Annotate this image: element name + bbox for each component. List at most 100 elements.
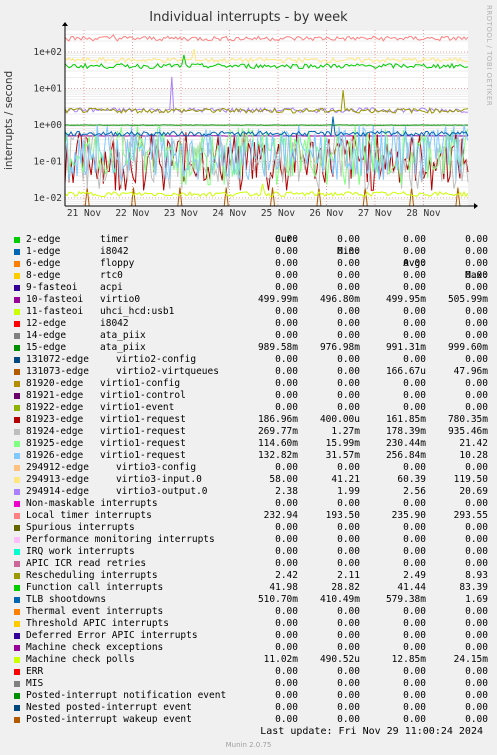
legend-swatch <box>14 237 20 243</box>
legend-series-name: Machine check exceptions <box>26 642 164 653</box>
legend-min: 2.11 <box>337 570 360 581</box>
legend-cur: 0.00 <box>275 618 298 629</box>
legend-min: 1.27m <box>331 426 360 437</box>
legend-row: Rescheduling interrupts 2.42 2.11 2.49 8.93 <box>12 570 492 582</box>
legend-swatch <box>14 405 20 411</box>
legend-cur: 269.77m <box>257 426 298 437</box>
legend-cur: 510.70m <box>257 594 298 605</box>
legend-cur: 0.00 <box>275 462 298 473</box>
legend-min: 0.00 <box>337 498 360 509</box>
legend-cur: 11.02m <box>263 654 298 665</box>
y-tick-label: 1e+00 <box>33 120 62 131</box>
legend-series-name: 81925-edge virtio1-request <box>26 438 186 449</box>
legend-row: 81923-edge virtio1-request 186.96m 400.00u 1… <box>12 414 492 426</box>
legend-series-name: 294913-edge virtio3-input.0 <box>26 474 202 485</box>
legend-avg: 0.00 <box>403 282 426 293</box>
legend-cur: 0.00 <box>275 642 298 653</box>
legend-max: 0.00 <box>465 306 488 317</box>
legend-cur: 0.00 <box>275 390 298 401</box>
legend-row: 294913-edge virtio3-input.0 58.00 41.21 60.3… <box>12 474 492 486</box>
legend-max: 1.69 <box>465 594 488 605</box>
munin-version: Munin 2.0.75 <box>225 741 272 749</box>
legend-min: 0.00 <box>337 378 360 389</box>
legend-min: 0.00 <box>337 258 360 269</box>
legend-swatch <box>14 489 20 495</box>
legend-row: 1-edge i8042 0.00 0.00 0.00 0.00 <box>12 246 492 258</box>
legend-series-name: Deferred Error APIC interrupts <box>26 630 198 641</box>
legend-swatch <box>14 345 20 351</box>
legend-series-name: 15-edge ata_piix <box>26 342 146 353</box>
legend-series-name: 294914-edge virtio3-output.0 <box>26 486 208 497</box>
legend-avg: 0.00 <box>403 330 426 341</box>
legend-min: 0.00 <box>337 306 360 317</box>
legend-min: 193.50 <box>325 510 360 521</box>
legend-max: 0.00 <box>465 714 488 725</box>
legend-swatch <box>14 309 20 315</box>
legend-cur: 499.99m <box>257 294 298 305</box>
legend-avg: 166.67u <box>385 366 426 377</box>
legend-avg: 0.00 <box>403 714 426 725</box>
legend-row: Posted-interrupt wakeup event 0.00 0.00 0.0… <box>12 714 492 726</box>
legend-min: 15.99m <box>325 438 360 449</box>
legend-series-name: Non-maskable interrupts <box>26 498 158 509</box>
legend-min: 0.00 <box>337 318 360 329</box>
y-tick-label: 1e+02 <box>33 47 62 58</box>
legend-cur: 41.98 <box>269 582 298 593</box>
legend-max: 0.00 <box>465 522 488 533</box>
legend-swatch <box>14 525 20 531</box>
legend-series-name: Thermal event interrupts <box>26 606 164 617</box>
legend-swatch <box>14 693 20 699</box>
legend-cur: 0.00 <box>275 258 298 269</box>
legend-avg: 0.00 <box>403 690 426 701</box>
legend-cur: 0.00 <box>275 498 298 509</box>
legend-series-name: 81920-edge virtio1-config <box>26 378 181 389</box>
legend-max: 999.60m <box>447 342 488 353</box>
legend-row: 131073-edge virtio2-virtqueues 0.00 0.00 166… <box>12 366 492 378</box>
legend-swatch <box>14 381 20 387</box>
legend-series-name: 81922-edge virtio1-event <box>26 402 175 413</box>
legend-row: 294912-edge virtio3-config 0.00 0.00 0.00 0.0… <box>12 462 492 474</box>
legend-swatch <box>14 633 20 639</box>
last-update: Last update: Fri Nov 29 11:00:24 2024 <box>260 726 483 737</box>
legend-avg: 41.44 <box>397 582 426 593</box>
legend-min: 41.21 <box>331 474 360 485</box>
legend-series-name: Spurious interrupts <box>26 522 135 533</box>
legend-avg: 0.00 <box>403 522 426 533</box>
legend-avg: 0.00 <box>403 258 426 269</box>
x-axis-arrow <box>474 203 478 209</box>
legend-row: 8-edge rtc0 0.00 0.00 0.00 0.00 <box>12 270 492 282</box>
legend-max: 0.00 <box>465 330 488 341</box>
legend-cur: 0.00 <box>275 246 298 257</box>
legend-avg: 0.00 <box>403 606 426 617</box>
y-tick-label: 1e-02 <box>33 193 62 204</box>
legend-row: Deferred Error APIC interrupts 0.00 0.00 0.… <box>12 630 492 642</box>
legend-max: 0.00 <box>465 678 488 689</box>
legend-row: Local timer interrupts 232.94 193.50 235.90… <box>12 510 492 522</box>
legend-avg: 0.00 <box>403 558 426 569</box>
legend-min: 0.00 <box>337 558 360 569</box>
legend-min: 976.98m <box>319 342 360 353</box>
x-tick-label: 23 Nov <box>164 208 199 219</box>
legend-row: 10-fasteoi virtio0 499.99m 496.80m 499.95m 50… <box>12 294 492 306</box>
legend-max: 0.00 <box>465 246 488 257</box>
legend-swatch <box>14 429 20 435</box>
legend-min: 0.00 <box>337 534 360 545</box>
legend-cur: 114.60m <box>257 438 298 449</box>
legend-series-name: ERR <box>26 666 44 677</box>
legend-max: 21.42 <box>459 438 488 449</box>
legend-max: 505.99m <box>447 294 488 305</box>
legend-avg: 12.85m <box>391 654 426 665</box>
legend-swatch <box>14 261 20 267</box>
legend-swatch <box>14 249 20 255</box>
legend-row: 131072-edge virtio2-config 0.00 0.00 0.00 0.0… <box>12 354 492 366</box>
legend-swatch <box>14 417 20 423</box>
legend-swatch <box>14 477 20 483</box>
legend-series-name: 6-edge floppy <box>26 258 135 269</box>
legend-max: 10.28 <box>459 450 488 461</box>
legend-series-name: Nested posted-interrupt event <box>26 702 192 713</box>
legend-series-name: 81921-edge virtio1-control <box>26 390 186 401</box>
legend-max: 0.00 <box>465 702 488 713</box>
legend-max: 0.00 <box>465 378 488 389</box>
legend-avg: 235.90 <box>391 510 426 521</box>
legend-avg: 0.00 <box>403 234 426 245</box>
